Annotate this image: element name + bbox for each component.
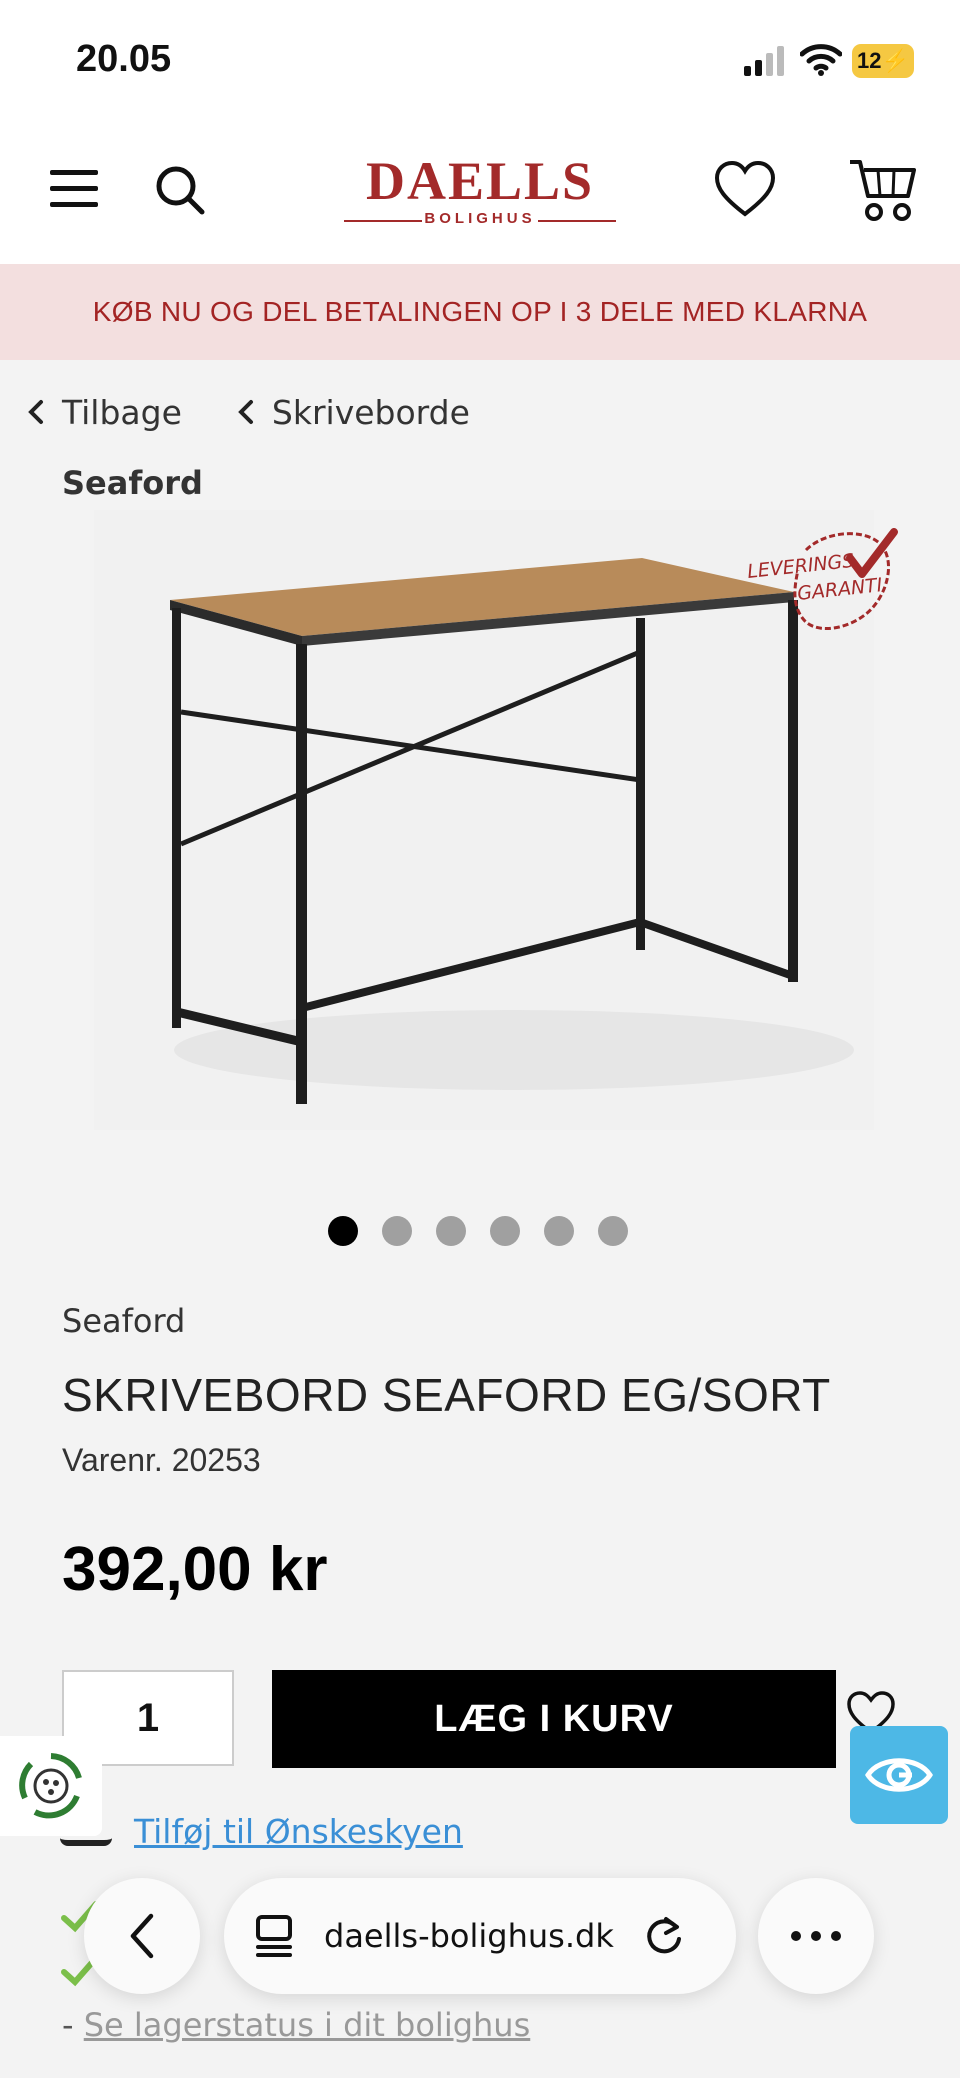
- logo-rule: [538, 220, 616, 222]
- gallery-dot[interactable]: [328, 1216, 358, 1246]
- browser-more-button[interactable]: [758, 1878, 874, 1994]
- breadcrumb: Tilbage Skriveborde: [28, 390, 526, 434]
- browser-url-bar[interactable]: daells-bolighus.dk: [224, 1878, 736, 1994]
- clock: 20.05: [76, 38, 172, 80]
- gallery-dot[interactable]: [544, 1216, 574, 1246]
- product-price: 392,00 kr: [62, 1535, 328, 1604]
- promo-banner-text: KØB NU OG DEL BETALINGEN OP I 3 DELE MED…: [92, 296, 868, 327]
- category-link[interactable]: Skriveborde: [238, 393, 470, 432]
- browser-back-button[interactable]: [84, 1878, 200, 1994]
- wifi-icon: [800, 44, 842, 76]
- logo-wordmark: DAELLS: [365, 151, 595, 211]
- category-link-label: Skriveborde: [271, 392, 470, 432]
- back-link[interactable]: Tilbage: [28, 393, 182, 432]
- add-to-wishlist-link[interactable]: Tilføj til Ønskeskyen: [134, 1812, 463, 1851]
- cellular-signal-icon: [744, 46, 784, 76]
- chevron-left-icon: [238, 400, 253, 424]
- chevron-left-icon: [130, 1913, 154, 1959]
- product-sku: Varenr. 20253: [62, 1442, 261, 1478]
- battery-level: 12: [857, 48, 882, 73]
- chevron-left-icon: [28, 400, 43, 424]
- eye-icon: [865, 1758, 933, 1792]
- logo-subtitle: BOLIGHUS: [424, 210, 536, 227]
- gallery-pagination: [328, 1216, 652, 1246]
- badge-line-2: GARANTI: [796, 574, 884, 605]
- search-icon[interactable]: [154, 164, 206, 216]
- promo-banner[interactable]: KØB NU OG DEL BETALINGEN OP I 3 DELE MED…: [0, 264, 960, 360]
- stock-status-row: - Se lagerstatus i dit bolighus: [62, 2006, 530, 2044]
- store-stock-link[interactable]: Se lagerstatus i dit bolighus: [84, 2006, 531, 2044]
- battery-indicator: 12 ⚡: [852, 44, 914, 78]
- cloud-icon: [60, 1808, 112, 1846]
- menu-icon[interactable]: [50, 168, 98, 210]
- gallery-dot[interactable]: [436, 1216, 466, 1246]
- tab-overview-icon[interactable]: [254, 1913, 294, 1959]
- reload-icon[interactable]: [644, 1915, 684, 1957]
- status-bar: 20.05 12 ⚡: [0, 0, 960, 120]
- browser-url-text: daells-bolighus.dk: [324, 1917, 614, 1955]
- cart-icon[interactable]: [848, 156, 918, 222]
- gallery-dot[interactable]: [382, 1216, 412, 1246]
- add-to-cart-button[interactable]: LÆG I KURV: [272, 1670, 836, 1768]
- site-logo[interactable]: DAELLS BOLIGHUS: [340, 154, 620, 234]
- stock-bullet: -: [62, 2006, 74, 2044]
- gallery-dot[interactable]: [490, 1216, 520, 1246]
- delivery-guarantee-badge: LEVERINGS GARANTI: [746, 528, 898, 631]
- heart-icon[interactable]: [714, 160, 776, 218]
- product-brand[interactable]: Seaford: [62, 1302, 185, 1340]
- gallery-dot[interactable]: [598, 1216, 628, 1246]
- site-header: DAELLS BOLIGHUS: [0, 120, 960, 264]
- accessibility-widget-button[interactable]: [850, 1726, 948, 1824]
- back-link-label: Tilbage: [62, 392, 182, 432]
- logo-rule: [344, 220, 422, 222]
- more-icon: [791, 1931, 841, 1941]
- product-title: SKRIVEBORD SEAFORD EG/SORT: [62, 1369, 831, 1421]
- logo-subline: BOLIGHUS: [340, 210, 620, 230]
- brand-heading[interactable]: Seaford: [62, 464, 203, 502]
